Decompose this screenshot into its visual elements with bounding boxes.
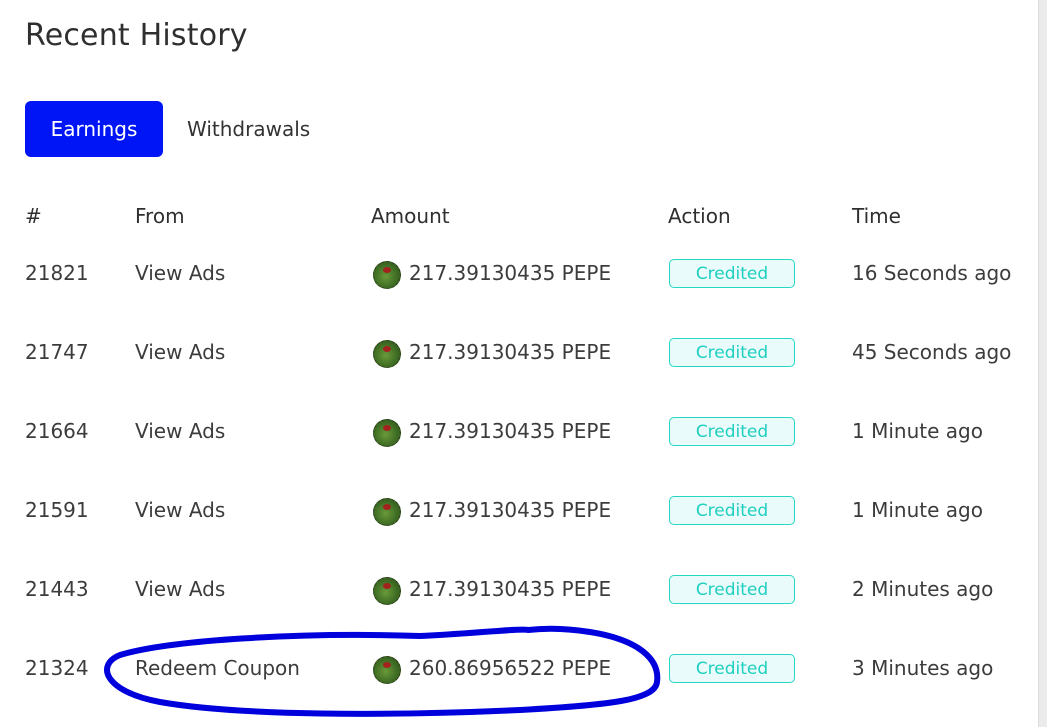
annotation-circle [104,625,661,717]
